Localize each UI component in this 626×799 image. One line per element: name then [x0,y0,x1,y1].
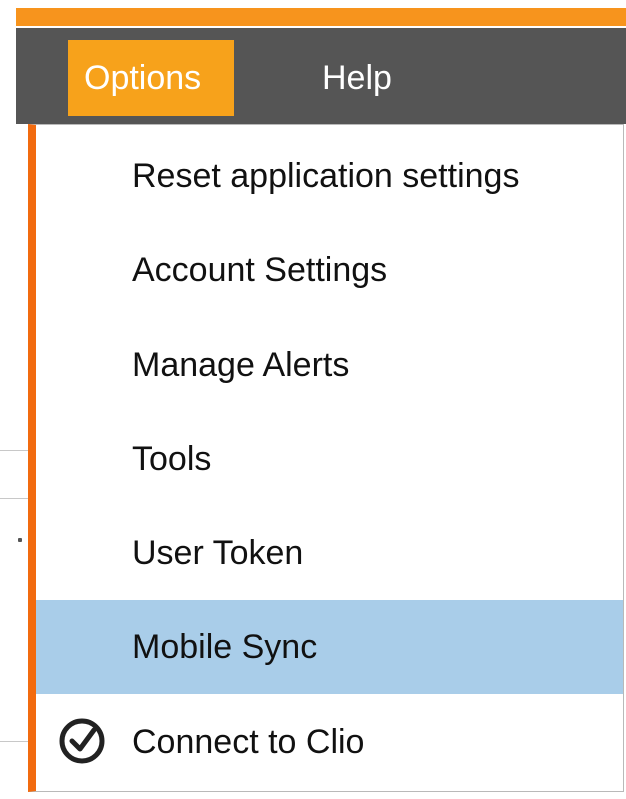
menu-item-label: Manage Alerts [132,346,350,384]
menu-item-label: Account Settings [132,251,388,289]
menu-item-label: Connect to Clio [132,723,365,761]
bottom-edge [0,792,626,799]
options-dropdown-menu: Reset application settings Account Setti… [28,124,624,792]
menu-item-label: User Token [132,534,304,572]
background-dot [18,538,22,542]
menu-item-label: Mobile Sync [132,628,318,666]
menu-item-label: Reset application settings [132,157,520,195]
top-accent-strip [0,0,626,28]
menu-item-mobile-sync[interactable]: Mobile Sync [36,600,623,694]
orange-accent-bar [16,8,626,26]
menu-item-label: Tools [132,440,212,478]
menu-item-connect-to-clio[interactable]: Connect to Clio [36,695,623,789]
menu-item-user-token[interactable]: User Token [36,506,623,600]
menu-item-reset-application-settings[interactable]: Reset application settings [36,129,623,223]
checkmark-icon [59,718,105,764]
menu-options[interactable]: Options [68,40,234,116]
menu-help[interactable]: Help [306,40,408,116]
menu-item-account-settings[interactable]: Account Settings [36,223,623,317]
menu-item-tools[interactable]: Tools [36,412,623,506]
menu-item-manage-alerts[interactable]: Manage Alerts [36,318,623,412]
menu-bar: Options Help [16,28,626,124]
